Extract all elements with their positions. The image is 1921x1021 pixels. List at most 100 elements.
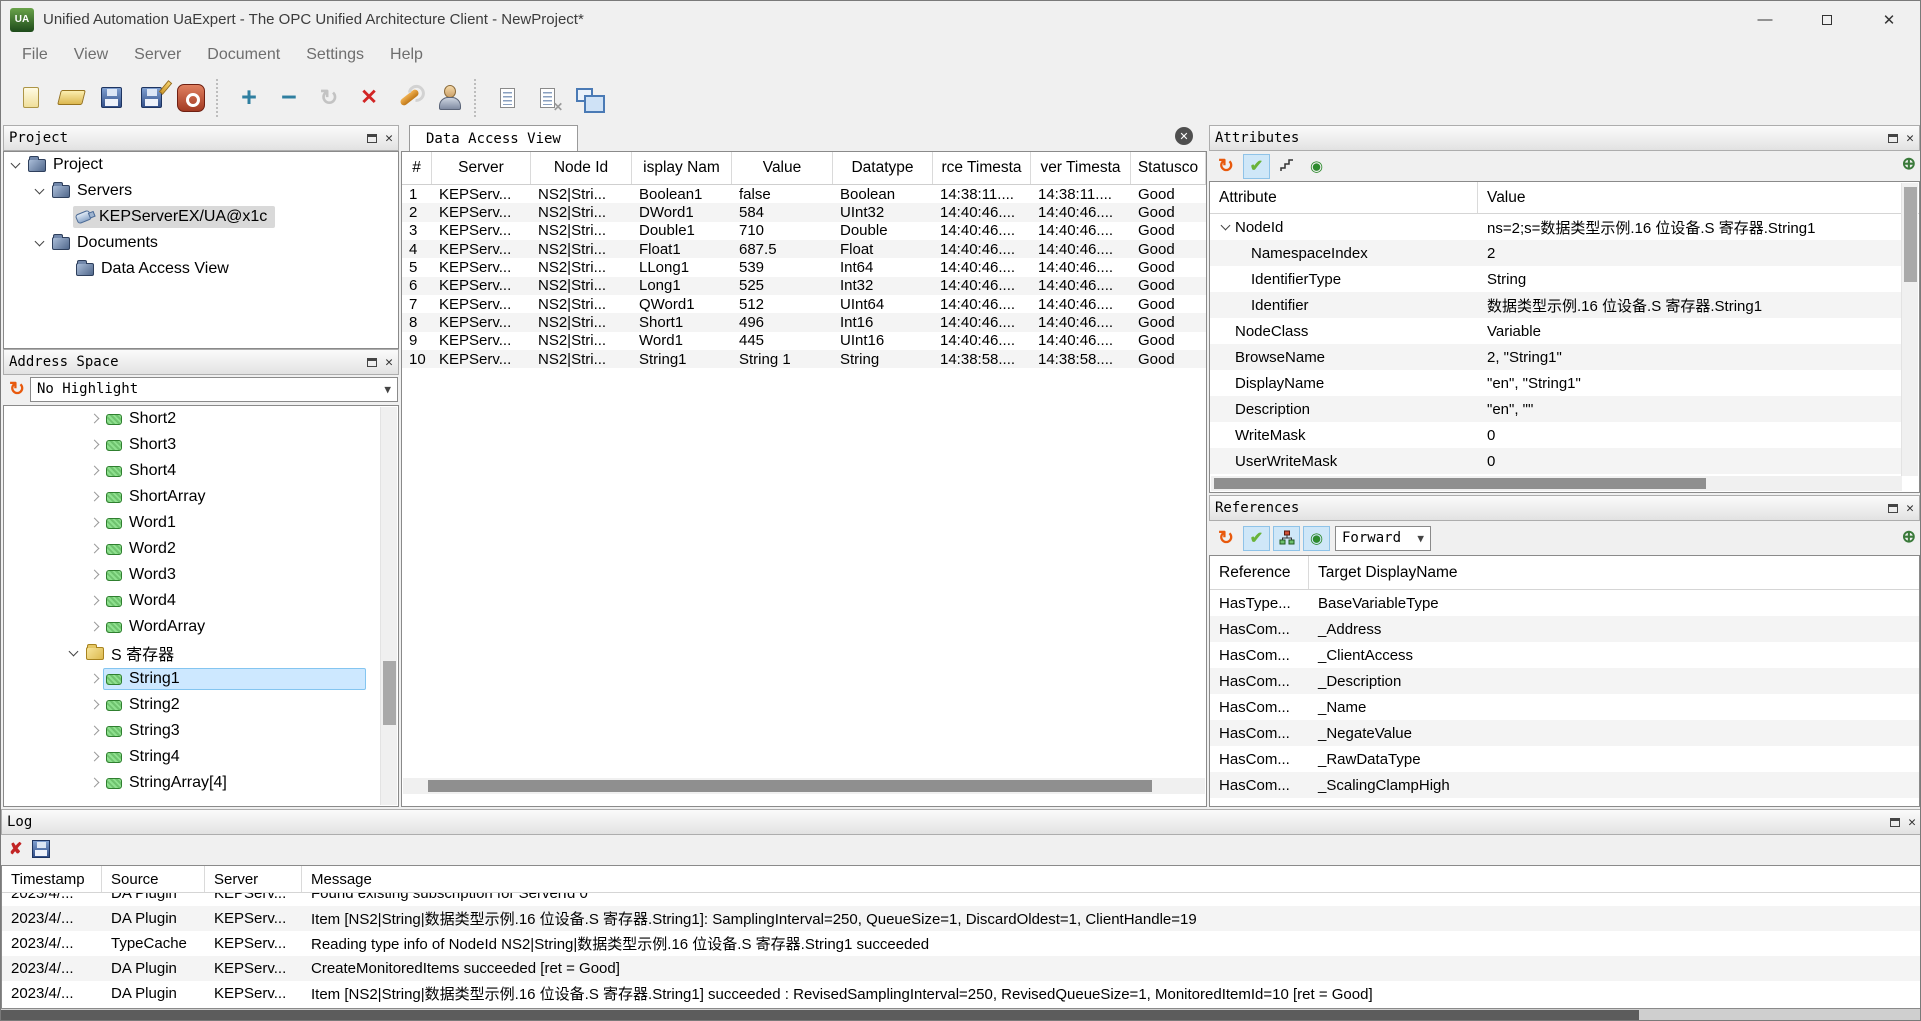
- scrollbar-thumb[interactable]: [1214, 478, 1706, 489]
- highlight-button[interactable]: ◉: [1303, 154, 1330, 179]
- expander-icon[interactable]: [86, 671, 103, 687]
- expander-icon[interactable]: [86, 619, 103, 635]
- collapse-button[interactable]: [1273, 154, 1300, 179]
- expander-icon[interactable]: [86, 723, 103, 739]
- project-tree-item[interactable]: Project: [4, 152, 398, 178]
- expander-icon[interactable]: [66, 645, 83, 661]
- column-header-reference[interactable]: Reference: [1210, 556, 1309, 589]
- server-properties-button[interactable]: [389, 78, 429, 118]
- menu-item-view[interactable]: View: [61, 46, 121, 64]
- connect-server-button[interactable]: ↻: [309, 78, 349, 118]
- new-document-button[interactable]: [11, 78, 51, 118]
- reference-row[interactable]: HasCom..._ScalingClampHigh: [1210, 772, 1919, 798]
- expander-icon[interactable]: [86, 775, 103, 791]
- expander-icon[interactable]: [86, 593, 103, 609]
- expander-icon[interactable]: [86, 489, 103, 505]
- follow-button[interactable]: ◉: [1303, 526, 1330, 551]
- dav-column-header[interactable]: Node Id: [531, 152, 632, 184]
- expander-icon[interactable]: [86, 697, 103, 713]
- expander-icon[interactable]: [86, 463, 103, 479]
- expander-icon[interactable]: [86, 411, 103, 427]
- disconnect-server-button[interactable]: ✕: [349, 78, 389, 118]
- log-column-header[interactable]: Server: [205, 866, 302, 892]
- expand-plus-icon[interactable]: ⊕: [1902, 527, 1916, 547]
- table-row[interactable]: 2KEPServ...NS2|Stri...DWord1584UInt3214:…: [402, 203, 1206, 221]
- log-row[interactable]: 2023/4/...DA PluginKEPServ...Item [NS2|S…: [2, 981, 1921, 1006]
- attribute-row[interactable]: Description"en", "": [1210, 396, 1902, 422]
- column-header-attribute[interactable]: Attribute: [1210, 182, 1478, 213]
- refresh-icon[interactable]: ↻: [4, 378, 30, 401]
- address-space-item[interactable]: String1: [4, 666, 380, 692]
- close-panel-icon[interactable]: ✕: [1906, 132, 1914, 145]
- project-tree-item[interactable]: Documents: [4, 230, 398, 256]
- table-row[interactable]: 1KEPServ...NS2|Stri...Boolean1falseBoole…: [402, 185, 1206, 203]
- float-panel-icon[interactable]: [1888, 134, 1898, 143]
- address-space-item[interactable]: Short4: [4, 458, 380, 484]
- project-tree-item[interactable]: KEPServerEX/UA@x1c: [4, 204, 398, 230]
- dav-column-header[interactable]: Statusco: [1131, 152, 1206, 184]
- auto-update-button[interactable]: ✔: [1243, 154, 1270, 179]
- menu-item-file[interactable]: File: [9, 46, 61, 64]
- attribute-row[interactable]: UserWriteMask0: [1210, 448, 1902, 474]
- save-project-button[interactable]: [91, 78, 131, 118]
- address-space-item[interactable]: WordArray: [4, 614, 380, 640]
- menu-item-settings[interactable]: Settings: [293, 46, 377, 64]
- expand-plus-icon[interactable]: ⊕: [1902, 154, 1916, 174]
- table-row[interactable]: 9KEPServ...NS2|Stri...Word1445UInt1614:4…: [402, 332, 1206, 350]
- quit-button[interactable]: [171, 78, 211, 118]
- float-panel-icon[interactable]: [1890, 818, 1900, 827]
- reference-row[interactable]: HasCom..._Description: [1210, 668, 1919, 694]
- dav-column-header[interactable]: Value: [732, 152, 833, 184]
- remove-server-button[interactable]: −: [269, 78, 309, 118]
- close-panel-icon[interactable]: ✕: [1908, 816, 1916, 829]
- table-row[interactable]: 7KEPServ...NS2|Stri...QWord1512UInt6414:…: [402, 295, 1206, 313]
- expander-icon[interactable]: [32, 183, 49, 199]
- scrollbar-thumb[interactable]: [1, 1010, 1639, 1021]
- address-space-vertical-scrollbar[interactable]: [380, 407, 397, 805]
- expander-icon[interactable]: [8, 157, 25, 173]
- log-column-header[interactable]: Source: [102, 866, 205, 892]
- address-space-item[interactable]: String3: [4, 718, 380, 744]
- table-row[interactable]: 10KEPServ...NS2|Stri...String1String 1St…: [402, 350, 1206, 368]
- attribute-row[interactable]: BrowseName2, "String1": [1210, 344, 1902, 370]
- table-row[interactable]: 8KEPServ...NS2|Stri...Short1496Int1614:4…: [402, 313, 1206, 331]
- dav-column-header[interactable]: isplay Nam: [632, 152, 732, 184]
- reference-row[interactable]: HasType...BaseVariableType: [1210, 590, 1919, 616]
- refresh-button[interactable]: ↻: [1212, 526, 1240, 551]
- close-panel-icon[interactable]: ✕: [385, 132, 393, 145]
- column-header-target-displayname[interactable]: Target DisplayName: [1309, 556, 1919, 589]
- address-space-item[interactable]: Short3: [4, 432, 380, 458]
- address-space-item[interactable]: String2: [4, 692, 380, 718]
- open-project-button[interactable]: [51, 78, 91, 118]
- auto-update-button[interactable]: ✔: [1243, 526, 1270, 551]
- minimize-button[interactable]: —: [1734, 1, 1796, 38]
- address-space-item[interactable]: S 寄存器: [4, 640, 380, 666]
- attribute-row[interactable]: WriteMask0: [1210, 422, 1902, 448]
- log-column-header[interactable]: Timestamp: [2, 866, 102, 892]
- attribute-row[interactable]: NamespaceIndex2: [1210, 240, 1902, 266]
- expander-icon[interactable]: [86, 515, 103, 531]
- log-row[interactable]: 2023/4/...DA PluginKEPServ...Item [NS2|S…: [2, 906, 1921, 931]
- add-server-button[interactable]: +: [229, 78, 269, 118]
- close-button[interactable]: ✕: [1858, 1, 1920, 38]
- restore-button[interactable]: [1796, 1, 1858, 38]
- log-row[interactable]: 2023/4/...DA PluginKEPServ...CreateMonit…: [2, 956, 1921, 981]
- log-column-header[interactable]: Message: [302, 866, 1921, 892]
- attribute-row[interactable]: DisplayName"en", "String1": [1210, 370, 1902, 396]
- address-space-item[interactable]: Word2: [4, 536, 380, 562]
- dav-column-header[interactable]: #: [402, 152, 432, 184]
- float-panel-icon[interactable]: [1888, 504, 1898, 513]
- float-panel-icon[interactable]: [367, 358, 377, 367]
- reference-row[interactable]: HasCom..._Name: [1210, 694, 1919, 720]
- attribute-row[interactable]: IdentifierTypeString: [1210, 266, 1902, 292]
- float-panel-icon[interactable]: [367, 134, 377, 143]
- address-space-item[interactable]: Short2: [4, 406, 380, 432]
- attributes-horizontal-scrollbar[interactable]: [1211, 476, 1902, 491]
- reference-row[interactable]: HasCom..._RawDataType: [1210, 746, 1919, 772]
- table-row[interactable]: 3KEPServ...NS2|Stri...Double1710Double14…: [402, 222, 1206, 240]
- column-header-value[interactable]: Value: [1478, 182, 1919, 213]
- reference-row[interactable]: HasCom..._NegateValue: [1210, 720, 1919, 746]
- project-tree-item[interactable]: Servers: [4, 178, 398, 204]
- reference-row[interactable]: HasCom..._Address: [1210, 616, 1919, 642]
- dav-column-header[interactable]: ver Timesta: [1031, 152, 1131, 184]
